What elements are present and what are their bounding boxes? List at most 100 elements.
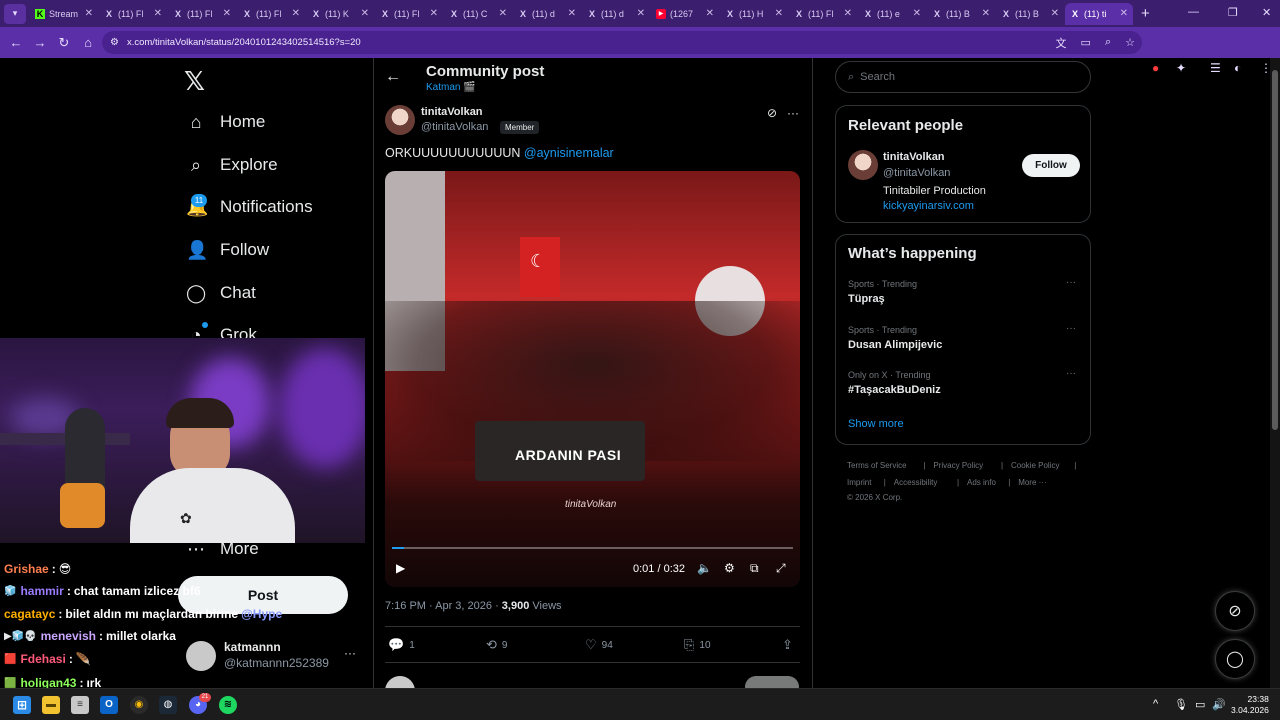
- browser-tab[interactable]: X (11) Fl ✕: [375, 3, 443, 25]
- restore-icon[interactable]: ❐: [1228, 6, 1238, 19]
- play-icon[interactable]: ▶: [396, 561, 405, 575]
- nav-item-home[interactable]: ⌂ Home: [186, 107, 266, 137]
- windows-start-icon[interactable]: ⊞: [13, 696, 31, 714]
- trend-more-icon[interactable]: ···: [1066, 277, 1076, 288]
- account-name[interactable]: katmannn: [224, 640, 281, 654]
- minimize-icon[interactable]: —: [1188, 6, 1199, 18]
- tab-close-icon[interactable]: ✕: [430, 8, 438, 19]
- browser-tab[interactable]: K Stream ✕: [30, 3, 98, 25]
- tab-close-icon[interactable]: ✕: [361, 8, 369, 19]
- post-mention[interactable]: @aynisinemalar: [524, 146, 614, 160]
- browser-tab[interactable]: X (11) Fl ✕: [168, 3, 236, 25]
- footer-link[interactable]: Accessibility: [894, 478, 938, 487]
- tab-close-icon[interactable]: ✕: [706, 8, 714, 19]
- tab-close-icon[interactable]: ✕: [292, 8, 300, 19]
- address-bar[interactable]: ⚙ x.com/tinitaVolkan/status/204010124340…: [102, 31, 1142, 54]
- cast-icon[interactable]: ▭: [1081, 36, 1091, 49]
- page-scrollbar[interactable]: [1270, 58, 1280, 688]
- tab-close-icon[interactable]: ✕: [844, 8, 852, 19]
- chat-username[interactable]: Fdehasi: [20, 652, 65, 666]
- community-link[interactable]: Katman 🎬: [426, 82, 476, 93]
- trend-name[interactable]: #TaşacakBuDeniz: [848, 384, 941, 396]
- volume-icon[interactable]: 🔈: [697, 561, 712, 575]
- browser-tab[interactable]: X (11) B ✕: [996, 3, 1064, 25]
- media-control-icon[interactable]: ☰: [1210, 61, 1221, 75]
- notepad-icon[interactable]: ≡: [71, 696, 89, 714]
- browser-tab[interactable]: X (11) e ✕: [858, 3, 926, 25]
- chrome-icon[interactable]: ◉: [130, 696, 148, 714]
- nav-item-explore[interactable]: ⌕ Explore: [186, 150, 278, 180]
- nav-item-follow[interactable]: 👤 Follow: [186, 235, 269, 265]
- trend-name[interactable]: Dusan Alimpijevic: [848, 339, 942, 351]
- home-page-icon[interactable]: ⌂: [76, 35, 100, 50]
- scrollbar-thumb[interactable]: [1272, 70, 1278, 430]
- grok-explain-icon[interactable]: ⊘: [767, 106, 777, 120]
- browser-tab[interactable]: X (11) Fl ✕: [789, 3, 857, 25]
- browser-tab[interactable]: X (11) Fl ✕: [99, 3, 167, 25]
- reply-button[interactable]: 💬 1: [388, 637, 415, 653]
- chat-username[interactable]: cagatayc: [4, 607, 55, 621]
- video-progress-bar[interactable]: [392, 547, 793, 549]
- chat-username[interactable]: menevish: [41, 629, 96, 643]
- browser-tab[interactable]: X (11) d ✕: [513, 3, 581, 25]
- browser-tab[interactable]: X (11) d ✕: [582, 3, 650, 25]
- extensions-icon[interactable]: ✦: [1176, 61, 1186, 75]
- browser-tab[interactable]: X (11) B ✕: [927, 3, 995, 25]
- browser-tab[interactable]: X (11) K ✕: [306, 3, 374, 25]
- bookmark-star-icon[interactable]: ☆: [1125, 36, 1135, 49]
- steam-icon[interactable]: ◍: [159, 696, 177, 714]
- browser-tab[interactable]: ▶ (1267 ✕: [651, 3, 719, 25]
- share-button[interactable]: ⇪: [782, 637, 798, 653]
- zoom-icon[interactable]: ⌕: [1105, 36, 1111, 49]
- reload-icon[interactable]: ↻: [52, 35, 76, 51]
- settings-icon[interactable]: ⚙: [724, 561, 735, 575]
- video-player[interactable]: ☾ ARDANIN PASI tinitaVolkan ▶ 0:01 / 0:3…: [385, 171, 800, 587]
- system-clock[interactable]: 23:38 3.04.2026: [1231, 694, 1269, 716]
- fullscreen-icon[interactable]: ⤢: [776, 561, 786, 576]
- chat-username[interactable]: Grishae: [4, 562, 49, 576]
- relevant-name[interactable]: tinitaVolkan: [883, 151, 945, 163]
- extension-red-icon[interactable]: ●: [1152, 61, 1159, 75]
- like-button[interactable]: ♡ 94: [585, 637, 613, 653]
- tray-overflow-icon[interactable]: ^: [1153, 698, 1158, 710]
- x-logo-icon[interactable]: 𝕏: [184, 66, 205, 97]
- author-name[interactable]: tinitaVolkan: [421, 106, 483, 118]
- tab-close-icon[interactable]: ✕: [154, 8, 162, 19]
- tab-close-icon[interactable]: ✕: [499, 8, 507, 19]
- spotify-icon[interactable]: ≋: [219, 696, 237, 714]
- follow-button[interactable]: Follow: [1022, 154, 1080, 177]
- back-arrow-icon[interactable]: ←: [385, 68, 401, 86]
- chat-fab-icon[interactable]: ◯: [1215, 639, 1255, 679]
- relevant-link[interactable]: kickyayinarsiv.com: [883, 200, 974, 212]
- forward-icon[interactable]: →: [28, 35, 52, 50]
- tab-close-icon[interactable]: ✕: [1051, 8, 1059, 19]
- tab-search-button[interactable]: ▾: [4, 3, 26, 24]
- translate-icon[interactable]: 文: [1056, 35, 1067, 51]
- new-tab-button[interactable]: +: [1141, 5, 1150, 22]
- relevant-avatar[interactable]: [848, 150, 878, 180]
- post-more-icon[interactable]: ···: [787, 106, 799, 120]
- browser-tab[interactable]: X (11) C ✕: [444, 3, 512, 25]
- account-avatar[interactable]: [186, 641, 216, 671]
- tab-close-icon[interactable]: ✕: [85, 8, 93, 19]
- footer-link[interactable]: Cookie Policy: [1011, 461, 1059, 470]
- nav-item-chat[interactable]: ◯ Chat: [186, 278, 256, 308]
- profile-avatar-icon[interactable]: ◐: [1234, 61, 1241, 75]
- grok-fab-icon[interactable]: ⊘: [1215, 591, 1255, 631]
- tab-close-icon[interactable]: ✕: [568, 8, 576, 19]
- tab-close-icon[interactable]: ✕: [223, 8, 231, 19]
- footer-link[interactable]: Terms of Service: [847, 461, 907, 470]
- microphone-icon[interactable]: 🎙: [1174, 698, 1188, 711]
- browser-tab[interactable]: X (11) H ✕: [720, 3, 788, 25]
- trend-more-icon[interactable]: ···: [1066, 323, 1076, 334]
- trend-name[interactable]: Tüpraş: [848, 293, 885, 305]
- browser-tab[interactable]: X (11) ti ✕: [1065, 2, 1133, 25]
- footer-link[interactable]: Privacy Policy: [933, 461, 983, 470]
- browser-tab[interactable]: X (11) Fl ✕: [237, 3, 305, 25]
- file-explorer-icon[interactable]: ▬: [42, 696, 60, 714]
- author-avatar[interactable]: [385, 105, 415, 135]
- search-input[interactable]: ⌕ Search: [835, 61, 1091, 93]
- account-more-icon[interactable]: ···: [344, 646, 356, 660]
- back-icon[interactable]: ←: [4, 35, 28, 50]
- footer-link[interactable]: Ads info: [967, 478, 996, 487]
